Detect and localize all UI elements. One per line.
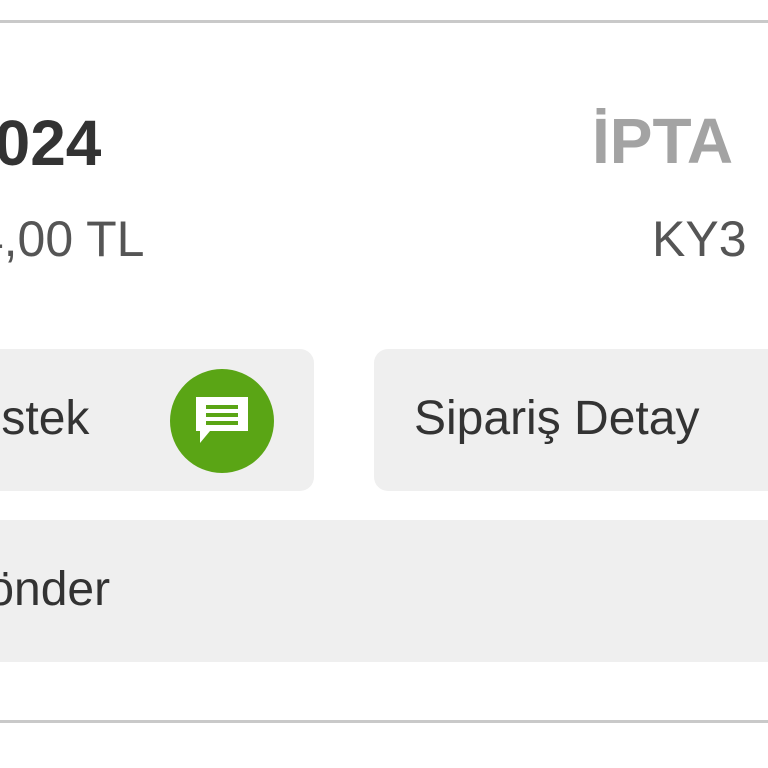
order-code: KY3 xyxy=(652,211,747,267)
send-button[interactable]: Gönder xyxy=(0,520,768,662)
order-screen: 2024 İPTA 84,00 TL KY3 Destek Sipariş De… xyxy=(0,0,768,768)
order-date: 2024 xyxy=(0,107,102,179)
order-card: 2024 İPTA 84,00 TL KY3 Destek Sipariş De… xyxy=(0,20,768,723)
support-button-label: Destek xyxy=(0,392,90,445)
order-detail-button-label: Sipariş Detay xyxy=(414,392,700,445)
send-button-label: Gönder xyxy=(0,563,111,616)
chat-bubble-icon xyxy=(170,369,274,473)
order-status: İPTA xyxy=(592,105,734,177)
support-button[interactable]: Destek xyxy=(0,349,314,491)
order-amount: 84,00 TL xyxy=(0,211,145,267)
order-detail-button[interactable]: Sipariş Detay xyxy=(374,349,768,491)
